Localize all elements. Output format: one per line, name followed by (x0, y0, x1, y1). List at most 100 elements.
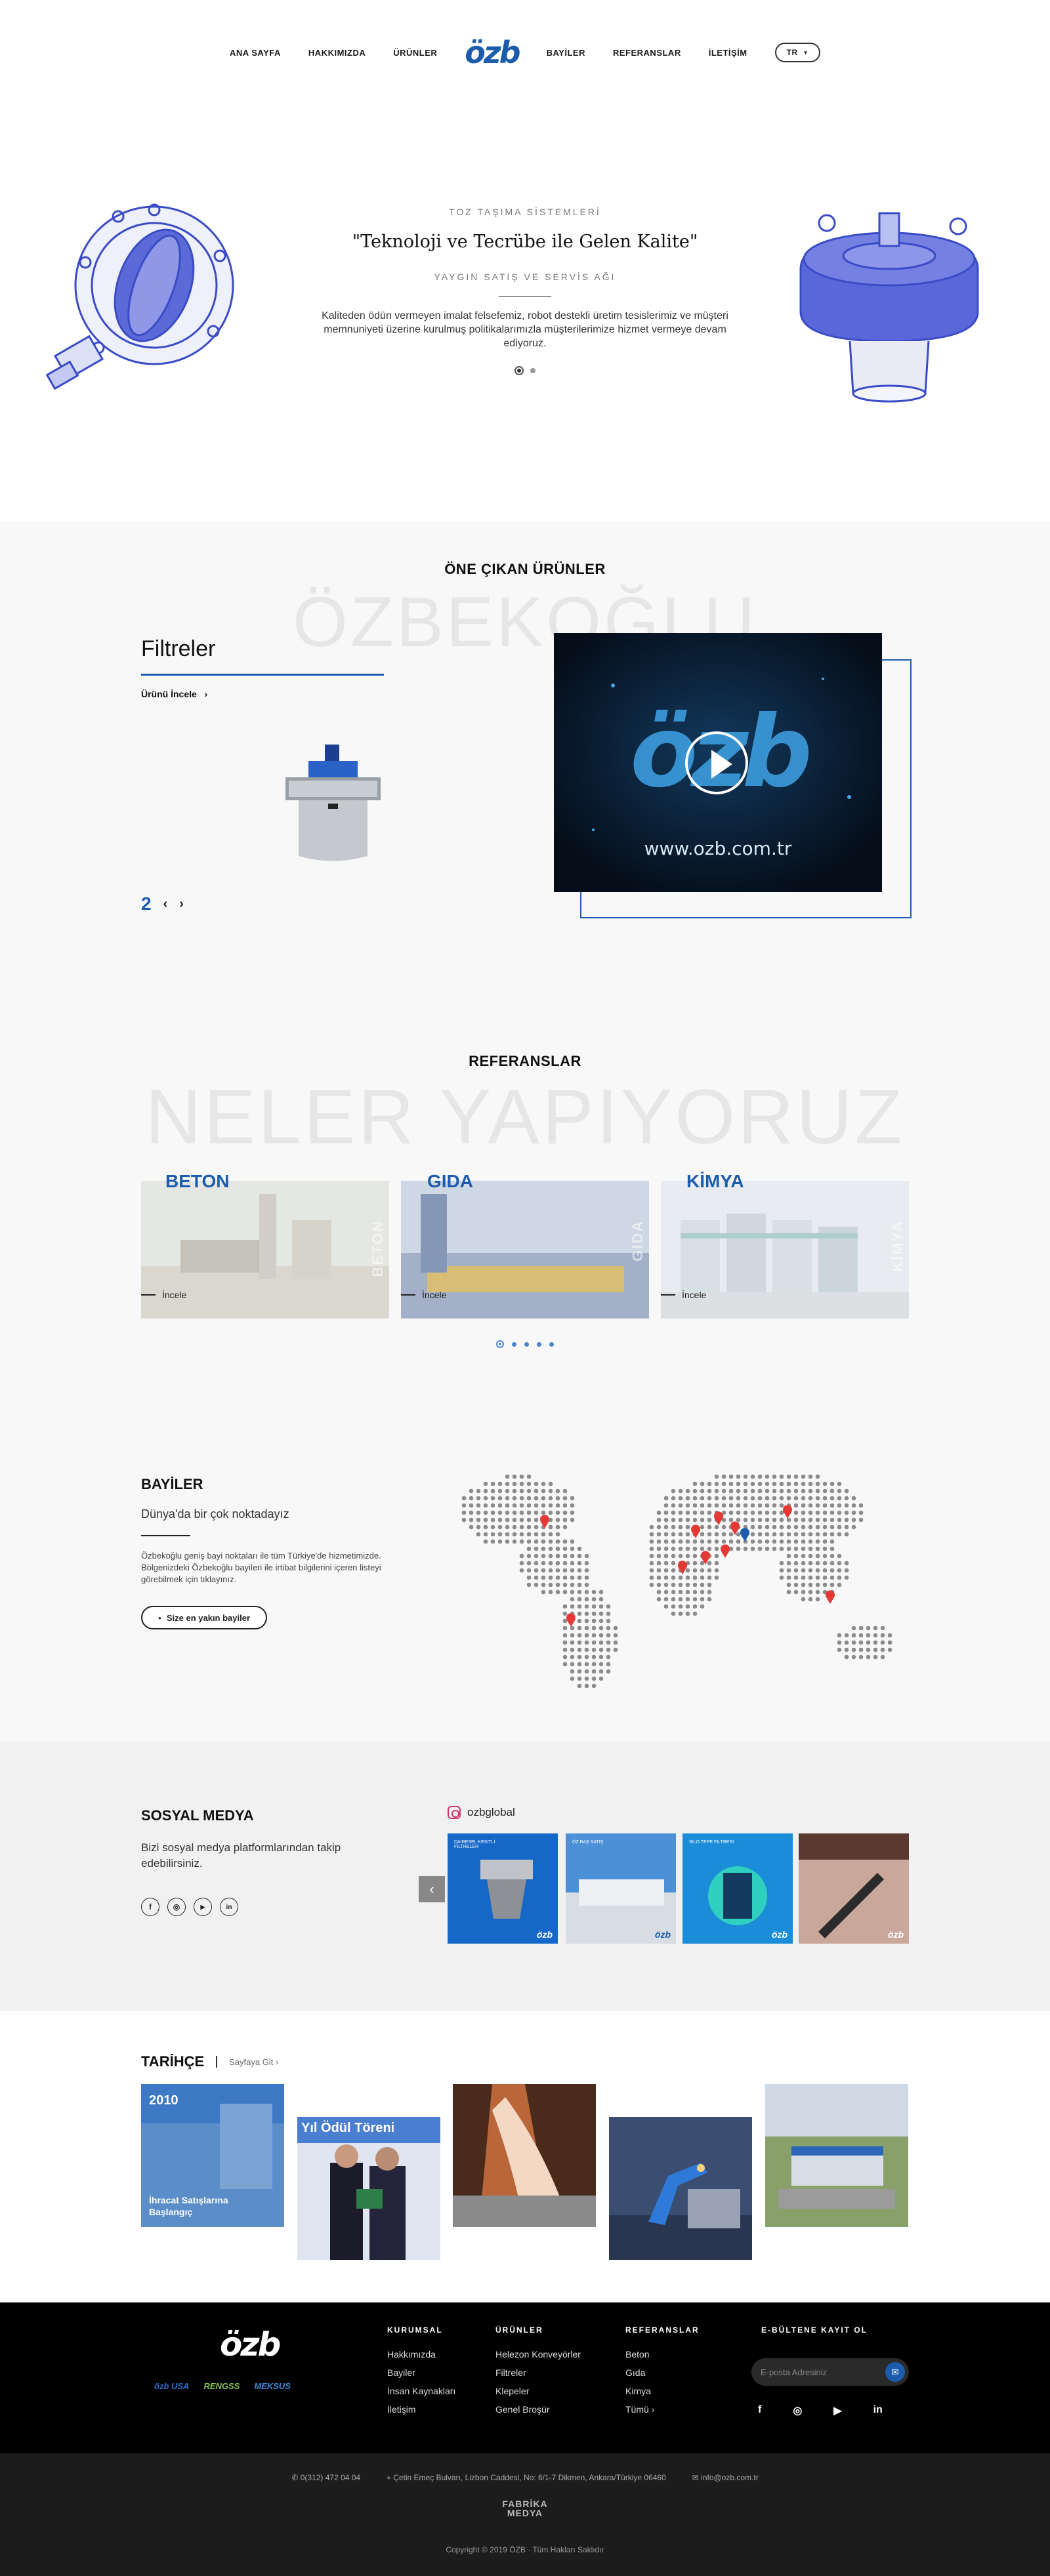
video-url: www.ozb.com.tr (644, 838, 792, 859)
footer-link[interactable]: İletişim (387, 2404, 455, 2415)
instagram-post[interactable]: DAIRESEL KESİTLİ FİLTRELER özb (448, 1833, 558, 1944)
reference-dot-1[interactable] (496, 1340, 504, 1348)
post-image (799, 1833, 909, 1938)
prev-arrow-icon[interactable]: ‹ (419, 1876, 445, 1902)
footer-link[interactable]: Kimya (625, 2386, 700, 2396)
reference-vertical-label: GIDA (629, 1220, 646, 1261)
instagram-icon[interactable]: ◎ (793, 2404, 802, 2417)
prev-arrow-icon[interactable]: ‹ (163, 897, 168, 912)
footer-link[interactable]: Filtreler (495, 2367, 581, 2378)
email-item[interactable]: ✉ info@ozb.com.tr (692, 2473, 759, 2483)
footer-link[interactable]: Beton (625, 2349, 700, 2360)
location-pin-icon[interactable] (714, 1511, 723, 1525)
footer-link[interactable]: Klepeler (495, 2386, 581, 2396)
next-arrow-icon[interactable]: › (179, 897, 184, 912)
divider (499, 296, 551, 297)
nav-products[interactable]: ÜRÜNLER (393, 48, 437, 58)
instagram-post[interactable]: özb (799, 1833, 909, 1944)
brand-meksus[interactable]: MEKSUS (254, 2381, 291, 2391)
nav-contact[interactable]: İLETİŞİM (709, 48, 747, 58)
history-card[interactable] (453, 2084, 596, 2227)
slider-dot-1[interactable] (514, 366, 524, 375)
location-icon: ⌖ (387, 2473, 394, 2482)
post-image (480, 1860, 533, 1919)
nav-references[interactable]: REFERANSLAR (613, 48, 681, 58)
history-caption: İhracat Satışlarına Başlangıç (149, 2195, 228, 2217)
reference-card-kimya[interactable]: KİMYA İncele (661, 1181, 909, 1319)
linkedin-icon[interactable]: in (220, 1898, 238, 1916)
linkedin-icon[interactable]: in (873, 2404, 883, 2417)
slider-dot-2[interactable] (530, 368, 536, 373)
history-card[interactable]: 2010 İhracat Satışlarına Başlangıç (141, 2084, 284, 2227)
location-pin-icon[interactable] (691, 1524, 700, 1538)
brand-logo[interactable]: özb (465, 35, 520, 70)
play-icon[interactable] (685, 731, 748, 794)
brand-rengss[interactable]: RENGSS (203, 2381, 240, 2391)
hero-slider: TOZ TAŞIMA SİSTEMLERİ "Teknoloji ve Tecr… (0, 105, 1050, 590)
reference-link[interactable]: İncele (141, 1290, 186, 1300)
history-card[interactable]: Yıl Ödül Töreni (297, 2117, 440, 2260)
newsletter-email-input[interactable]: E-posta Adresiniz ✉ (751, 2358, 909, 2386)
nav-about[interactable]: HAKKIMIZDA (308, 48, 366, 58)
copyright: Copyright © 2019 ÖZB · Tüm Hakları Saklı… (446, 2545, 604, 2554)
reference-link[interactable]: İncele (401, 1290, 446, 1300)
history-title: TARİHÇE (141, 2053, 205, 2070)
agency-logo[interactable]: FABRİKA MEDYA (0, 2499, 1050, 2518)
reference-link-label: İncele (162, 1290, 187, 1300)
reference-dot-5[interactable] (549, 1341, 554, 1347)
reference-card-beton[interactable]: BETON İncele (141, 1181, 389, 1319)
reference-dot-3[interactable] (524, 1341, 529, 1347)
reference-dot-4[interactable] (537, 1341, 541, 1347)
facebook-icon[interactable]: f (758, 2404, 761, 2417)
history-card[interactable] (609, 2117, 752, 2260)
hero-kicker: TOZ TAŞIMA SİSTEMLERİ (449, 207, 601, 217)
reference-card-gida[interactable]: GIDA İncele (401, 1181, 649, 1319)
instagram-handle[interactable]: ozbglobal (448, 1806, 515, 1819)
footer-link[interactable]: Gıda (625, 2367, 700, 2378)
world-dot-map[interactable] (446, 1466, 906, 1702)
instagram-post[interactable]: SİLO TEPE FİLTRESİ özb (682, 1833, 793, 1944)
language-select[interactable]: TR ▼ (774, 43, 821, 62)
footer-link[interactable]: Genel Broşür (495, 2404, 581, 2415)
footer-col-newsletter: E-BÜLTENE KAYIT OL (761, 2325, 868, 2349)
foundry-image (453, 2084, 596, 2227)
section-title: ÖNE ÇIKAN ÜRÜNLER (444, 561, 606, 577)
history-page-link[interactable]: Sayfaya Git › (229, 2057, 278, 2067)
reference-link[interactable]: İncele (661, 1290, 706, 1300)
dealers-title: BAYİLER (141, 1476, 203, 1492)
subfooter: ✆ 0(312) 472 04 04 ⌖ Çetin Emeç Bulvarı,… (0, 2453, 1050, 2576)
phone-text: 0(312) 472 04 04 (300, 2473, 361, 2482)
brand-ozb-usa[interactable]: özb USA (154, 2381, 189, 2391)
footer-link[interactable]: İnsan Kaynakları (387, 2386, 455, 2396)
youtube-icon[interactable]: ▶ (833, 2404, 841, 2417)
bullet-icon: ● (158, 1614, 161, 1621)
instagram-post[interactable]: ÖZ BAŞ SATIŞ özb (566, 1833, 676, 1944)
location-pin-icon[interactable] (721, 1544, 730, 1558)
reference-link-label: İncele (682, 1290, 707, 1300)
footer-link[interactable]: Tümü › (625, 2404, 700, 2415)
phone-item[interactable]: ✆ 0(312) 472 04 04 (291, 2473, 360, 2483)
nearest-dealers-button[interactable]: ● Size en yakın bayiler (141, 1606, 268, 1629)
nav-dealers[interactable]: BAYİLER (547, 48, 585, 58)
instagram-icon[interactable]: ◎ (167, 1898, 186, 1916)
location-pin-icon[interactable] (566, 1613, 576, 1627)
location-pin-icon[interactable] (783, 1505, 792, 1519)
promo-video[interactable]: özb www.ozb.com.tr (554, 633, 882, 892)
footer-link[interactable]: Bayiler (387, 2367, 455, 2378)
featured-products: ÖNE ÇIKAN ÜRÜNLER ÖZBEKOĞLU Filtreler Ür… (0, 521, 1050, 1020)
history-card[interactable] (765, 2084, 908, 2227)
nav-home[interactable]: ANA SAYFA (230, 48, 281, 58)
reference-dot-2[interactable] (512, 1341, 516, 1347)
footer-logo[interactable]: özb (220, 2325, 281, 2363)
mail-icon[interactable]: ✉ (885, 2362, 905, 2382)
reference-vertical-label: KİMYA (889, 1220, 906, 1272)
footer-link[interactable]: Helezon Konveyörler (495, 2349, 581, 2360)
youtube-icon[interactable]: ▶ (194, 1898, 212, 1916)
footer-link[interactable]: Hakkımızda (387, 2349, 455, 2360)
location-pin-icon[interactable] (740, 1528, 749, 1542)
reference-dots (0, 1340, 1050, 1348)
facebook-icon[interactable]: f (141, 1898, 159, 1916)
location-pin-icon[interactable] (826, 1590, 835, 1604)
view-product-link[interactable]: Ürünü İncele › (141, 689, 207, 699)
location-pin-icon[interactable] (678, 1561, 687, 1574)
